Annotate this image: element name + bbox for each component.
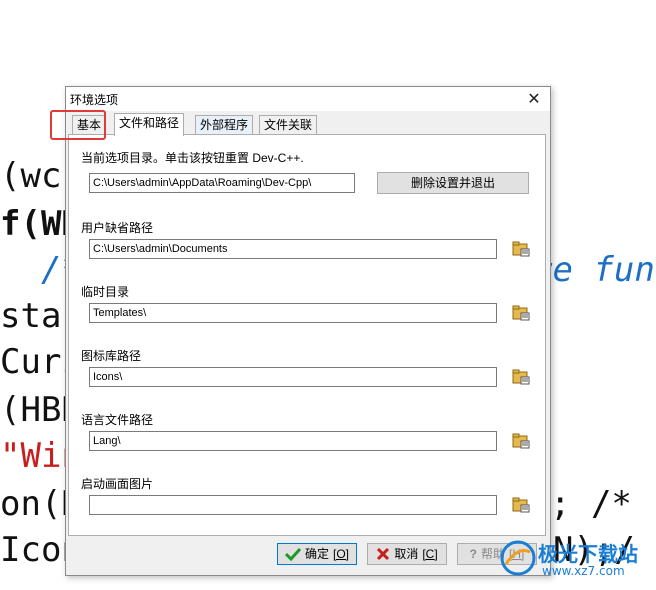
- reset-settings-button[interactable]: 删除设置并退出: [377, 172, 529, 194]
- code-fragment: ; /*: [550, 484, 632, 524]
- folder-icon: [512, 305, 530, 321]
- cancel-mnemonic: [C]: [422, 547, 438, 561]
- tab-external-programs[interactable]: 外部程序: [195, 115, 254, 134]
- browse-folder-button[interactable]: [511, 367, 531, 387]
- browse-folder-button[interactable]: [511, 239, 531, 259]
- folder-icon: [512, 241, 530, 257]
- dialog-title: 环境选项: [70, 93, 119, 107]
- browse-folder-button[interactable]: [511, 303, 531, 323]
- tab-file-associations[interactable]: 文件关联: [259, 115, 318, 134]
- watermark-logo-icon: [500, 540, 536, 576]
- language-path-input[interactable]: Lang\: [89, 431, 497, 451]
- cancel-x-icon: [377, 547, 390, 561]
- field-label: 图标库路径: [81, 349, 142, 363]
- files-paths-panel: 当前选项目录。单击该按钮重置 Dev-C++. C:\Users\admin\A…: [68, 134, 546, 536]
- watermark-text: 极光下载站: [538, 542, 638, 566]
- tab-files-paths[interactable]: 文件和路径: [114, 113, 185, 136]
- watermark-url: www.xz7.com: [542, 564, 625, 578]
- tab-strip: 基本 文件和路径 外部程序 文件关联: [66, 113, 550, 136]
- browse-folder-button[interactable]: [511, 495, 531, 515]
- field-label: 临时目录: [81, 285, 130, 299]
- ok-button-label: 确定: [304, 547, 329, 561]
- close-button[interactable]: ✕: [524, 89, 544, 109]
- field-label: 用户缺省路径: [81, 221, 154, 235]
- field-label: 语言文件路径: [81, 413, 154, 427]
- ok-button[interactable]: 确定 [O]: [277, 543, 357, 565]
- folder-icon: [512, 369, 530, 385]
- folder-icon: [512, 497, 530, 513]
- folder-icon: [512, 433, 530, 449]
- config-dir-field[interactable]: C:\Users\admin\AppData\Roaming\Dev-Cpp\: [89, 173, 355, 193]
- browse-folder-button[interactable]: [511, 431, 531, 451]
- environment-options-dialog: 环境选项 ✕ 基本 文件和路径 外部程序 文件关联 当前选项目录。单击该按钮重置…: [65, 86, 551, 576]
- ok-mnemonic: [O]: [333, 547, 350, 561]
- splash-image-input[interactable]: [89, 495, 497, 515]
- help-icon: ?: [469, 547, 477, 561]
- annotation-highlight-box: [50, 110, 106, 140]
- icon-lib-path-input[interactable]: Icons\: [89, 367, 497, 387]
- code-line: (wc: [0, 156, 62, 196]
- cancel-button[interactable]: 取消 [C]: [367, 543, 447, 565]
- cancel-button-label: 取消: [394, 547, 419, 561]
- title-bar[interactable]: 环境选项 ✕: [66, 87, 550, 111]
- watermark: 极光下载站 www.xz7.com: [498, 536, 648, 582]
- field-label: 启动画面图片: [81, 477, 154, 491]
- user-default-path-input[interactable]: C:\Users\admin\Documents: [89, 239, 497, 259]
- temp-dir-input[interactable]: Templates\: [89, 303, 497, 323]
- checkmark-icon: [284, 547, 301, 561]
- config-dir-label: 当前选项目录。单击该按钮重置 Dev-C++.: [81, 151, 304, 165]
